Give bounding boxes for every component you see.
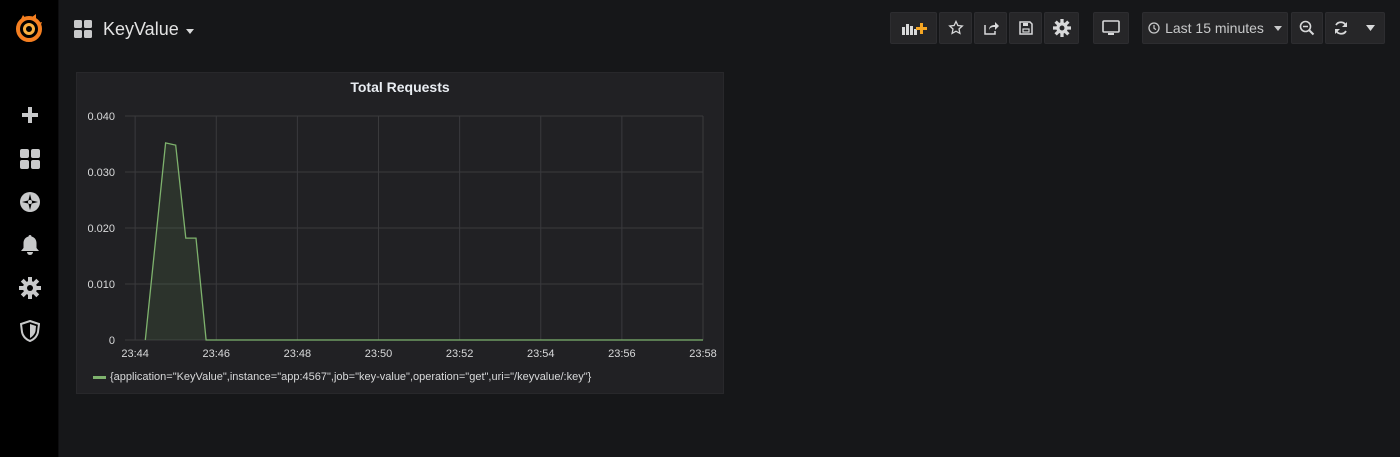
dashboard-title: KeyValue bbox=[103, 18, 179, 39]
legend-swatch[interactable] bbox=[93, 375, 106, 379]
shield-icon[interactable] bbox=[14, 315, 46, 347]
gear-icon bbox=[1052, 19, 1071, 37]
legend-series-label[interactable]: {application="KeyValue",instance="app:45… bbox=[110, 371, 591, 383]
x-tick-label: 23:44 bbox=[121, 348, 149, 360]
refresh-interval-dropdown[interactable] bbox=[1356, 25, 1384, 31]
grafana-logo-icon[interactable] bbox=[13, 12, 45, 44]
x-tick-label: 23:54 bbox=[527, 348, 555, 360]
y-tick-label: 0.030 bbox=[87, 167, 115, 179]
explore-icon[interactable] bbox=[14, 186, 46, 218]
zoom-out-icon bbox=[1299, 20, 1315, 36]
star-icon bbox=[947, 20, 964, 35]
dashboards-icon[interactable] bbox=[14, 143, 46, 175]
x-tick-label: 23:46 bbox=[202, 348, 230, 360]
x-tick-label: 23:56 bbox=[608, 348, 636, 360]
refresh-icon bbox=[1335, 21, 1347, 35]
legend: {application="KeyValue",instance="app:45… bbox=[93, 371, 591, 383]
x-tick-label: 23:58 bbox=[689, 348, 717, 360]
clock-icon bbox=[1148, 22, 1160, 34]
x-tick-label: 23:50 bbox=[365, 348, 393, 360]
caret-down-icon bbox=[185, 28, 194, 34]
settings-button[interactable] bbox=[1044, 12, 1079, 44]
refresh-button[interactable] bbox=[1326, 20, 1356, 36]
refresh-button-group[interactable] bbox=[1325, 12, 1385, 44]
tv-mode-button[interactable] bbox=[1093, 12, 1129, 44]
add-panel-icon bbox=[901, 23, 927, 35]
dashboard-picker[interactable]: KeyValue bbox=[73, 14, 194, 44]
save-icon bbox=[1018, 21, 1033, 35]
caret-down-icon bbox=[1365, 25, 1375, 31]
y-tick-label: 0.010 bbox=[87, 279, 115, 291]
x-tick-label: 23:52 bbox=[446, 348, 474, 360]
plus-icon[interactable] bbox=[14, 99, 46, 131]
y-tick-label: 0.020 bbox=[87, 223, 115, 235]
navbar: KeyValue Last 15 minutes bbox=[59, 0, 1400, 58]
share-icon bbox=[983, 22, 999, 35]
zoom-out-button[interactable] bbox=[1291, 12, 1323, 44]
time-range-label: Last 15 minutes bbox=[1165, 20, 1264, 36]
y-tick-label: 0 bbox=[109, 335, 115, 347]
time-range-picker[interactable]: Last 15 minutes bbox=[1142, 12, 1288, 44]
graph-chart[interactable]: 0 0.010 0.020 0.030 0.040 23:44 23:46 23:48 23:5… bbox=[77, 73, 723, 363]
gear-icon[interactable] bbox=[14, 272, 46, 304]
add-panel-button[interactable] bbox=[890, 12, 937, 44]
graph-panel: Total Requests 0 0.010 0.020 0.030 0.040 23:4… bbox=[76, 72, 724, 394]
side-menu bbox=[0, 0, 59, 457]
caret-down-icon bbox=[1273, 25, 1282, 31]
y-tick-label: 0.040 bbox=[87, 111, 115, 123]
monitor-icon bbox=[1102, 20, 1120, 35]
save-button[interactable] bbox=[1009, 12, 1042, 44]
share-button[interactable] bbox=[974, 12, 1007, 44]
x-tick-label: 23:48 bbox=[284, 348, 312, 360]
bell-icon[interactable] bbox=[14, 229, 46, 261]
star-button[interactable] bbox=[939, 12, 972, 44]
dashboards-icon bbox=[74, 20, 92, 38]
